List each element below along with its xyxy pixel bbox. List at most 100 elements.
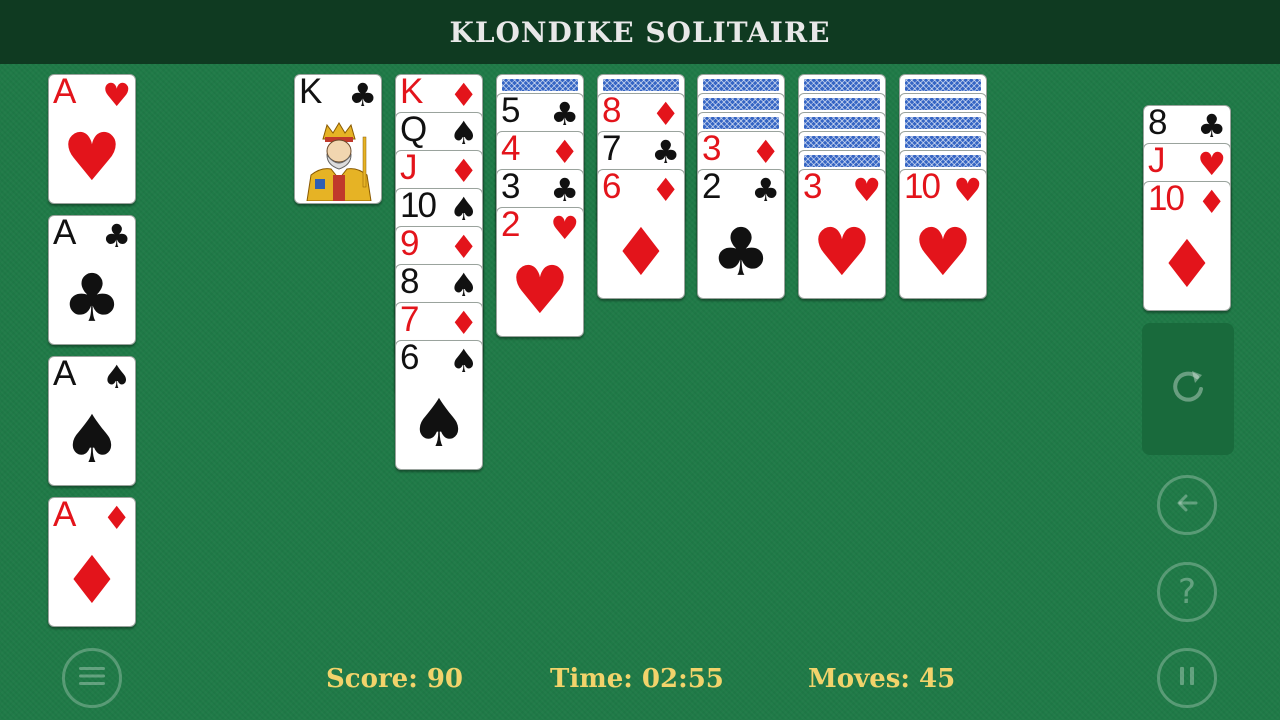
pause-icon	[1175, 664, 1199, 692]
card-suit-icon: ♦	[449, 228, 478, 266]
card-suit-icon: ♥	[102, 76, 131, 114]
card-center-suit-icon: ♥	[913, 214, 973, 291]
card-suit-icon: ♦	[102, 499, 131, 537]
tableau-card[interactable]: 2 ♣ ♣	[697, 169, 785, 299]
help-button[interactable]: ?	[1157, 562, 1217, 622]
tableau-card[interactable]: 6 ♦ ♦	[597, 169, 685, 299]
card-suit-icon: ♥	[852, 171, 881, 209]
card-suit-icon: ♣	[550, 171, 579, 209]
card-center-suit-icon: ♠	[62, 401, 122, 478]
card-rank: 5	[501, 93, 521, 130]
card-back-pattern	[905, 98, 981, 110]
tableau-card[interactable]: 3 ♥ ♥	[798, 169, 886, 299]
score-display: Score: 90	[326, 664, 464, 694]
card-center-suit-icon: ♣	[711, 214, 771, 291]
question-mark-icon: ?	[1177, 572, 1197, 612]
card-suit-icon: ♣	[651, 133, 680, 171]
card-rank: A	[53, 497, 76, 534]
card-back-pattern	[804, 98, 880, 110]
card-rank: 8	[400, 264, 420, 301]
card-rank: 10	[904, 169, 941, 206]
card-suit-icon: ♦	[651, 95, 680, 133]
stock-pile[interactable]	[1142, 323, 1234, 455]
card-rank: 2	[501, 207, 521, 244]
card-back-pattern	[703, 117, 779, 129]
foundation-pile[interactable]: A ♥ ♥	[48, 74, 136, 204]
tableau-card[interactable]: 10 ♥ ♥	[899, 169, 987, 299]
card-rank: 2	[702, 169, 722, 206]
card-suit-icon: ♦	[550, 133, 579, 171]
foundation-pile[interactable]: A ♠ ♠	[48, 356, 136, 486]
card-back-pattern	[905, 136, 981, 148]
card-rank: 10	[400, 188, 437, 225]
card-suit-icon: ♣	[348, 76, 377, 114]
tableau-card[interactable]: K ♣	[294, 74, 382, 204]
card-rank: A	[53, 215, 76, 252]
card-suit-icon: ♠	[449, 114, 478, 152]
refresh-icon	[1164, 363, 1212, 415]
card-rank: 10	[1148, 181, 1185, 218]
undo-button[interactable]	[1157, 475, 1217, 535]
card-suit-icon: ♦	[751, 133, 780, 171]
pause-button[interactable]	[1157, 648, 1217, 708]
card-rank: Q	[400, 112, 427, 149]
moves-display: Moves: 45	[808, 664, 956, 694]
foundation-pile[interactable]: A ♦ ♦	[48, 497, 136, 627]
card-suit-icon: ♣	[751, 171, 780, 209]
card-rank: 6	[602, 169, 622, 206]
card-back-pattern	[603, 79, 679, 91]
card-suit-icon: ♦	[1197, 183, 1226, 221]
tableau-card[interactable]: 2 ♥ ♥	[496, 207, 584, 337]
card-center-suit-icon: ♠	[409, 385, 469, 462]
card-suit-icon: ♠	[449, 190, 478, 228]
card-center-suit-icon: ♦	[62, 542, 122, 619]
time-display: Time: 02:55	[550, 664, 724, 694]
card-suit-icon: ♠	[449, 342, 478, 380]
game-title: KLONDIKE SOLITAIRE	[449, 15, 831, 49]
card-back-pattern	[703, 79, 779, 91]
card-suit-icon: ♦	[449, 152, 478, 190]
card-rank: 7	[400, 302, 420, 339]
card-suit-icon: ♣	[102, 217, 131, 255]
card-rank: J	[1148, 143, 1165, 180]
card-suit-icon: ♦	[449, 76, 478, 114]
card-center-suit-icon: ♦	[1157, 226, 1217, 303]
card-rank: K	[299, 74, 322, 111]
card-rank: 9	[400, 226, 420, 263]
card-suit-icon: ♥	[1197, 145, 1226, 183]
waste-card[interactable]: 10 ♦ ♦	[1143, 181, 1231, 311]
card-rank: A	[53, 74, 76, 111]
card-rank: 8	[602, 93, 622, 130]
card-rank: J	[400, 150, 417, 187]
card-rank: 3	[501, 169, 521, 206]
card-center-suit-icon: ♦	[611, 214, 671, 291]
card-rank: 6	[400, 340, 420, 377]
card-center-suit-icon: ♣	[62, 260, 122, 337]
king-portrait-icon	[306, 122, 372, 201]
card-center-suit-icon: ♥	[62, 119, 122, 196]
card-suit-icon: ♦	[449, 304, 478, 342]
foundation-pile[interactable]: A ♣ ♣	[48, 215, 136, 345]
card-rank: 7	[602, 131, 622, 168]
card-back-pattern	[703, 98, 779, 110]
card-center-suit-icon: ♥	[812, 214, 872, 291]
card-back-pattern	[804, 136, 880, 148]
card-back-pattern	[804, 117, 880, 129]
card-back-pattern	[905, 117, 981, 129]
undo-arrow-icon	[1172, 488, 1202, 522]
card-back-pattern	[502, 79, 578, 91]
card-center-suit-icon: ♥	[510, 252, 570, 329]
title-bar: KLONDIKE SOLITAIRE	[0, 0, 1280, 64]
card-suit-icon: ♥	[550, 209, 579, 247]
card-rank: 3	[702, 131, 722, 168]
card-back-pattern	[905, 155, 981, 167]
card-suit-icon: ♥	[953, 171, 982, 209]
tableau-card[interactable]: 6 ♠ ♠	[395, 340, 483, 470]
card-rank: 8	[1148, 105, 1168, 142]
card-suit-icon: ♣	[550, 95, 579, 133]
card-suit-icon: ♣	[1197, 107, 1226, 145]
card-rank: 4	[501, 131, 521, 168]
card-back-pattern	[905, 79, 981, 91]
menu-button[interactable]	[62, 648, 122, 708]
card-rank: 3	[803, 169, 823, 206]
